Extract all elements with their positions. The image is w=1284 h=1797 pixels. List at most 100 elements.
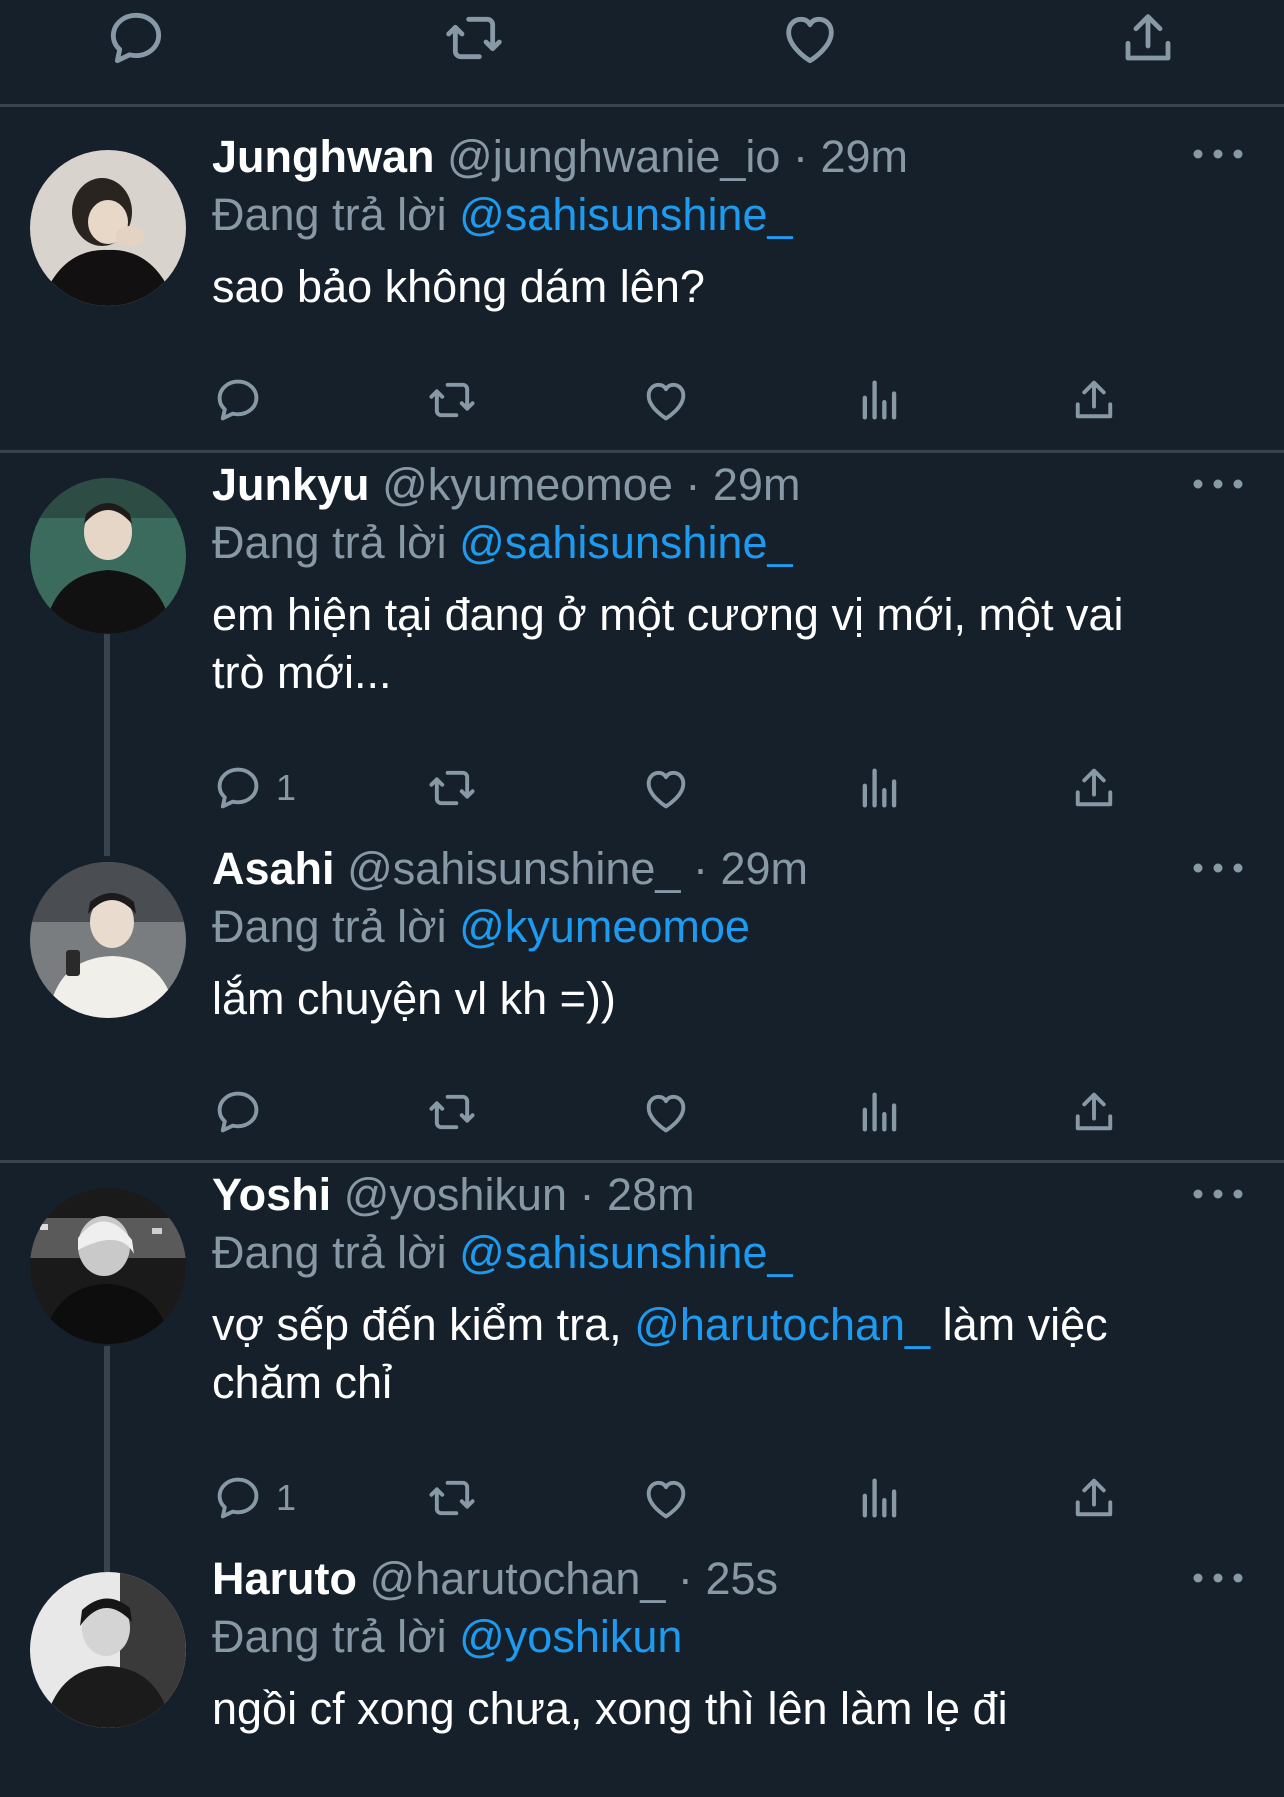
heart-icon (640, 1472, 692, 1524)
reply-icon[interactable] (104, 6, 168, 70)
divider (0, 1160, 1284, 1163)
replying-to: Đang trả lời @sahisunshine_ (212, 1224, 1244, 1282)
reply-icon (212, 762, 264, 814)
display-name[interactable]: Junghwan (212, 131, 435, 182)
avatar[interactable] (30, 862, 186, 1018)
like-button[interactable] (640, 374, 692, 426)
share-button[interactable] (1068, 762, 1120, 814)
heart-icon (640, 374, 692, 426)
tweet-text-part: vợ sếp đến kiểm tra, (212, 1299, 635, 1350)
reply-item[interactable]: Junghwan @junghwanie_io · 29m Đang trả l… (0, 108, 1284, 452)
timestamp[interactable]: 29m (820, 131, 908, 182)
user-handle[interactable]: @kyumeomoe (382, 459, 673, 510)
reply-button[interactable] (212, 1086, 264, 1138)
reply-button[interactable]: 1 (212, 1472, 296, 1524)
separator: · (685, 459, 701, 510)
reply-item[interactable]: Junkyu @kyumeomoe · 29m Đang trả lời @sa… (0, 454, 1284, 838)
replying-to-mention[interactable]: @sahisunshine_ (459, 189, 792, 240)
tweet-text-line: chăm chỉ (212, 1357, 393, 1408)
like-button[interactable] (640, 1086, 692, 1138)
reply-actions: 1 (212, 1472, 1132, 1524)
retweet-button[interactable] (426, 1086, 478, 1138)
share-button[interactable] (1068, 374, 1120, 426)
user-handle[interactable]: @yoshikun (344, 1169, 567, 1220)
reply-content: Haruto @harutochan_ · 25s Đang trả lời @… (212, 1550, 1244, 1738)
share-icon (1068, 1086, 1120, 1138)
analytics-icon (854, 1472, 906, 1524)
like-button[interactable] (640, 1472, 692, 1524)
display-name[interactable]: Junkyu (212, 459, 370, 510)
tweet-text-part: làm việc (930, 1299, 1108, 1350)
views-button[interactable] (854, 1086, 906, 1138)
retweet-icon (426, 762, 478, 814)
avatar[interactable] (30, 150, 186, 306)
user-handle[interactable]: @sahisunshine_ (347, 843, 680, 894)
tweet-text: ngồi cf xong chưa, xong thì lên làm lẹ đ… (212, 1680, 1244, 1738)
tweet-text-line: trò mới... (212, 647, 392, 698)
display-name[interactable]: Yoshi (212, 1169, 331, 1220)
reply-icon (212, 1472, 264, 1524)
views-button[interactable] (854, 762, 906, 814)
reply-content: Junkyu @kyumeomoe · 29m Đang trả lời @sa… (212, 456, 1244, 702)
replying-label: Đang trả lời (212, 1611, 447, 1662)
user-handle[interactable]: @harutochan_ (370, 1553, 666, 1604)
display-name[interactable]: Asahi (212, 843, 335, 894)
retweet-button[interactable] (426, 762, 478, 814)
avatar[interactable] (30, 1572, 186, 1728)
timestamp[interactable]: 25s (705, 1553, 778, 1604)
reply-header: Haruto @harutochan_ · 25s (212, 1550, 1244, 1608)
replying-label: Đang trả lời (212, 189, 447, 240)
replying-to-mention[interactable]: @yoshikun (459, 1611, 682, 1662)
reply-icon (212, 374, 264, 426)
reply-content: Asahi @sahisunshine_ · 29m Đang trả lời … (212, 840, 1244, 1028)
tweet-text: em hiện tại đang ở một cương vị mới, một… (212, 586, 1244, 702)
display-name[interactable]: Haruto (212, 1553, 357, 1604)
replying-label: Đang trả lời (212, 901, 447, 952)
heart-icon[interactable] (778, 6, 842, 70)
timestamp[interactable]: 29m (721, 843, 809, 894)
timestamp[interactable]: 28m (607, 1169, 695, 1220)
reply-item[interactable]: Asahi @sahisunshine_ · 29m Đang trả lời … (0, 838, 1284, 1160)
retweet-button[interactable] (426, 1472, 478, 1524)
tweet-text-part: sao bảo không dám lên? (212, 261, 705, 312)
replying-label: Đang trả lời (212, 1227, 447, 1278)
replying-to-mention[interactable]: @sahisunshine_ (459, 1227, 792, 1278)
retweet-button[interactable] (426, 374, 478, 426)
replying-to: Đang trả lời @sahisunshine_ (212, 514, 1244, 572)
analytics-icon (854, 374, 906, 426)
analytics-icon (854, 762, 906, 814)
reply-header: Junghwan @junghwanie_io · 29m (212, 128, 1244, 186)
views-button[interactable] (854, 374, 906, 426)
tweet-text-part: lắm chuyện vl kh =)) (212, 973, 616, 1024)
separator: · (792, 131, 808, 182)
reply-item[interactable]: Haruto @harutochan_ · 25s Đang trả lời @… (0, 1548, 1284, 1797)
timestamp[interactable]: 29m (713, 459, 801, 510)
inline-mention[interactable]: @harutochan_ (634, 1299, 930, 1350)
analytics-icon (854, 1086, 906, 1138)
divider (0, 450, 1284, 453)
reply-actions (212, 374, 1132, 426)
replying-to-mention[interactable]: @sahisunshine_ (459, 517, 792, 568)
reply-button[interactable] (212, 374, 264, 426)
user-handle[interactable]: @junghwanie_io (447, 131, 780, 182)
replying-label: Đang trả lời (212, 517, 447, 568)
separator: · (677, 1553, 693, 1604)
replying-to: Đang trả lời @kyumeomoe (212, 898, 1244, 956)
reply-button[interactable]: 1 (212, 762, 296, 814)
retweet-icon (426, 1086, 478, 1138)
views-button[interactable] (854, 1472, 906, 1524)
parent-tweet-actions (0, 0, 1284, 107)
reply-item[interactable]: Yoshi @yoshikun · 28m Đang trả lời @sahi… (0, 1164, 1284, 1546)
reply-count: 1 (276, 767, 297, 808)
share-icon (1068, 374, 1120, 426)
avatar[interactable] (30, 1188, 186, 1344)
share-button[interactable] (1068, 1086, 1120, 1138)
replying-to-mention[interactable]: @kyumeomoe (459, 901, 750, 952)
like-button[interactable] (640, 762, 692, 814)
avatar[interactable] (30, 478, 186, 634)
share-button[interactable] (1068, 1472, 1120, 1524)
tweet-text: vợ sếp đến kiểm tra, @harutochan_ làm vi… (212, 1296, 1244, 1412)
separator: · (579, 1169, 595, 1220)
retweet-icon[interactable] (442, 6, 506, 70)
share-icon[interactable] (1116, 6, 1180, 70)
